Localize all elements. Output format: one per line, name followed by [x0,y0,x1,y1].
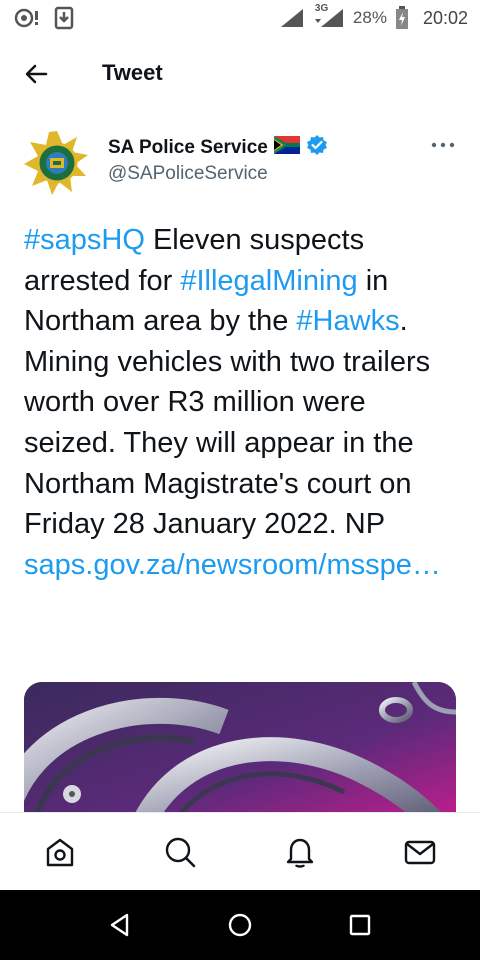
network-signal-icon: 3G [313,3,345,29]
home-circle-icon [228,913,252,937]
tweet-url-link[interactable]: saps.gov.za/newsroom/msspe… [24,549,441,581]
author-handle[interactable]: @SAPoliceService [108,163,268,185]
nav-notifications[interactable] [283,835,317,869]
handcuffs-photo-icon [24,682,456,822]
status-right: 3G 28% 20:02 [279,3,468,30]
hashtag-sapshq[interactable]: #sapsHQ [24,224,145,256]
search-icon [165,837,196,868]
status-left [14,6,74,30]
back-button[interactable] [20,60,54,88]
back-triangle-icon [110,913,129,937]
signal-icon [279,7,305,29]
system-back-button[interactable] [107,912,133,938]
battery-charging-icon [395,6,409,30]
tweet-media-image[interactable] [24,682,456,822]
home-icon [46,838,74,867]
header: Tweet [0,40,480,108]
download-icon [54,6,74,30]
recents-square-icon [349,914,371,936]
nav-messages[interactable] [403,835,437,869]
system-recents-button[interactable] [347,912,373,938]
network-type: 3G [314,3,329,14]
police-star-logo-icon [24,131,88,195]
bottom-navigation [0,812,480,890]
back-arrow-icon [25,64,48,84]
hashtag-hawks[interactable]: #Hawks [296,305,399,337]
hashtag-illegalmining[interactable]: #IllegalMining [180,265,357,297]
system-navigation-bar [0,890,480,960]
avatar[interactable] [22,128,92,198]
notifications-bell-icon [286,838,314,868]
nav-search[interactable] [163,835,197,869]
author-name[interactable]: SA Police Service [108,134,328,162]
system-home-button[interactable] [227,912,253,938]
nav-home[interactable] [43,835,77,869]
messages-envelope-icon [404,840,436,865]
clock: 20:02 [422,7,468,28]
notification-icon [14,7,40,29]
tweet-text: #sapsHQ Eleven suspects arrested for #Il… [24,220,464,585]
status-bar: 3G 28% 20:02 [0,0,480,38]
author-name-text: SA Police Service [108,137,268,158]
battery-percent: 28% [352,8,387,27]
tweet-author: SA Police Service @SAPoliceService [0,120,480,200]
south-africa-flag-icon [273,136,300,160]
page-title: Tweet [102,60,163,85]
more-dots-icon [431,142,455,148]
tweet-text-segment: . Mining vehicles with two trailers wort… [24,305,431,541]
more-options-button[interactable] [430,138,456,152]
verified-badge-icon [306,134,328,162]
